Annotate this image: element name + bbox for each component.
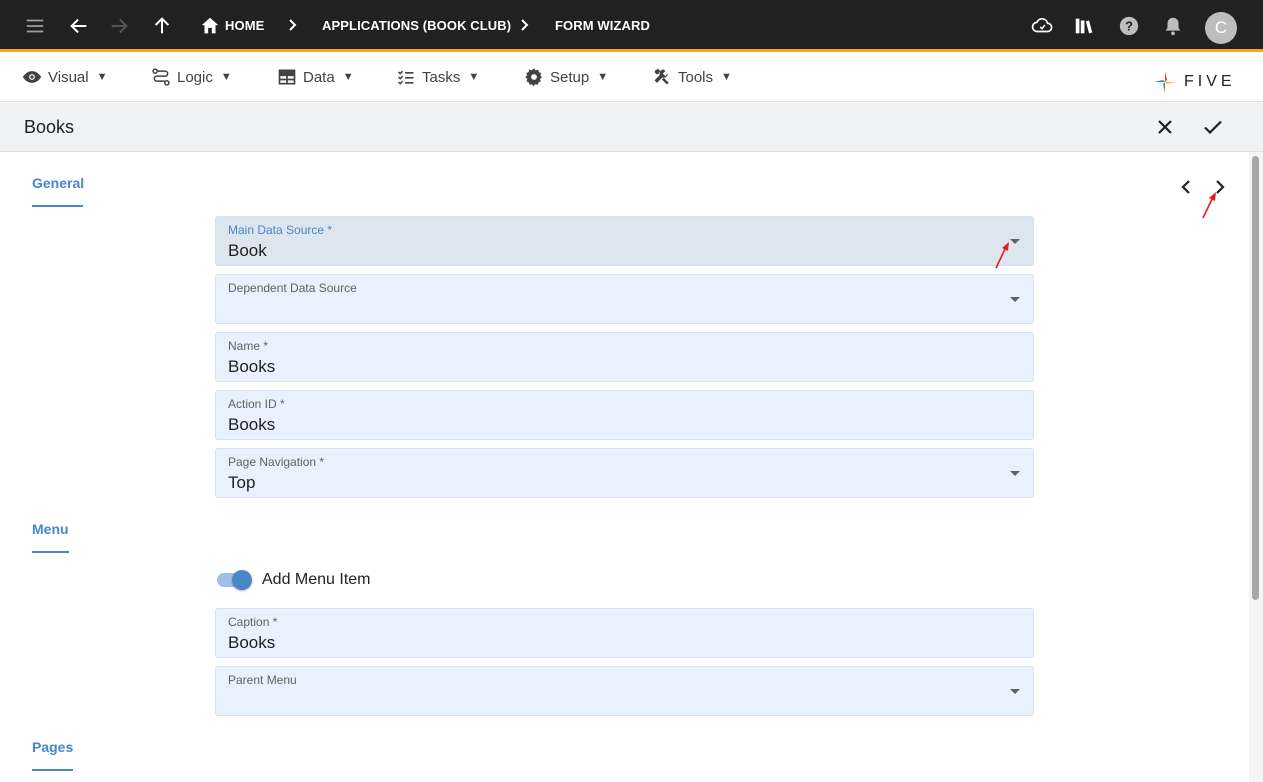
add-menu-item-label: Add Menu Item	[262, 571, 371, 588]
page-navigation-label: Page Navigation *	[228, 455, 325, 469]
dropdown-arrow-icon[interactable]	[1010, 297, 1020, 302]
menu-logic-label: Logic	[177, 68, 213, 86]
annotation-arrow-icon	[1202, 192, 1216, 219]
five-logo-mark-icon	[1154, 71, 1176, 93]
user-avatar[interactable]: C	[1205, 12, 1237, 44]
main-menu-bar: Visual ▼ Logic ▼ Data ▼ Tasks ▼ Setup ▼ Tools…	[0, 55, 1263, 102]
caret-down-icon: ▼	[342, 71, 354, 83]
five-logo: FIVE	[1152, 69, 1236, 95]
caret-down-icon: ▼	[220, 71, 232, 83]
section-menu[interactable]: Menu	[32, 521, 69, 537]
forward-arrow-icon[interactable]	[107, 14, 131, 38]
annotation-arrow-icon	[995, 242, 1009, 269]
chevron-right-icon	[289, 19, 297, 31]
tools-icon	[654, 68, 669, 85]
eye-icon	[22, 71, 42, 83]
toggle-knob	[232, 570, 252, 590]
menu-visual-label: Visual	[48, 68, 89, 86]
gear-icon	[525, 68, 542, 87]
caption-label: Caption *	[228, 615, 278, 629]
main-data-source-field[interactable]: Main Data Source * Book	[215, 216, 1034, 266]
help-icon[interactable]: ?	[1117, 14, 1141, 38]
name-label: Name *	[228, 339, 269, 353]
menu-data[interactable]: Data ▼	[277, 63, 354, 91]
previous-page-chevron-icon[interactable]	[1176, 177, 1196, 197]
logic-icon	[152, 68, 170, 86]
caret-down-icon: ▼	[96, 71, 108, 83]
page-navigation-field[interactable]: Page Navigation * Top	[215, 448, 1034, 498]
action-id-value: Books	[228, 415, 276, 434]
caption-field[interactable]: Caption * Books	[215, 608, 1034, 658]
vertical-scrollbar[interactable]	[1249, 152, 1263, 782]
section-menu-underline	[32, 551, 69, 553]
dependent-data-source-field[interactable]: Dependent Data Source	[215, 274, 1034, 324]
dropdown-arrow-icon[interactable]	[1010, 471, 1020, 476]
menu-tasks-label: Tasks	[422, 68, 461, 86]
up-arrow-icon[interactable]	[150, 14, 174, 38]
caret-down-icon: ▼	[468, 71, 480, 83]
home-icon[interactable]	[198, 14, 222, 38]
dropdown-arrow-icon[interactable]	[1010, 689, 1020, 694]
menu-tools[interactable]: Tools ▼	[652, 63, 732, 91]
section-pages-underline	[32, 769, 73, 771]
back-arrow-icon[interactable]	[67, 14, 91, 38]
main-data-source-label: Main Data Source *	[228, 223, 333, 237]
cloud-sync-icon[interactable]	[1030, 14, 1054, 38]
svg-text:?: ?	[1125, 19, 1133, 34]
library-books-icon[interactable]	[1072, 14, 1096, 38]
page-navigation-value: Top	[228, 473, 256, 492]
form-title-bar: Books	[0, 102, 1263, 152]
menu-tools-label: Tools	[678, 68, 714, 86]
check-icon[interactable]	[1201, 115, 1225, 139]
menu-data-label: Data	[303, 68, 335, 86]
caption-value: Books	[228, 633, 276, 652]
table-icon	[278, 69, 296, 85]
name-field[interactable]: Name * Books	[215, 332, 1034, 382]
section-general[interactable]: General	[32, 175, 84, 191]
menu-setup[interactable]: Setup ▼	[524, 63, 608, 91]
add-menu-item-toggle[interactable]	[217, 570, 253, 590]
section-pages[interactable]: Pages	[32, 739, 73, 755]
five-logo-text: FIVE	[1184, 73, 1236, 90]
hamburger-menu-icon[interactable]	[23, 14, 47, 38]
menu-tasks[interactable]: Tasks ▼	[396, 63, 479, 91]
breadcrumb-form-wizard[interactable]: FORM WIZARD	[555, 18, 650, 33]
notifications-bell-icon[interactable]	[1161, 14, 1185, 38]
menu-visual[interactable]: Visual ▼	[22, 63, 107, 91]
parent-menu-field[interactable]: Parent Menu	[215, 666, 1034, 716]
main-data-source-value: Book	[228, 241, 267, 260]
page-title: Books	[24, 117, 75, 137]
top-app-bar: HOME APPLICATIONS (BOOK CLUB) FORM WIZAR…	[0, 0, 1263, 52]
parent-menu-label: Parent Menu	[228, 673, 297, 687]
action-id-field[interactable]: Action ID * Books	[215, 390, 1034, 440]
menu-logic[interactable]: Logic ▼	[151, 63, 232, 91]
checklist-icon	[397, 70, 414, 85]
action-id-label: Action ID *	[228, 397, 285, 411]
breadcrumb-applications[interactable]: APPLICATIONS (BOOK CLUB)	[322, 18, 511, 33]
menu-setup-label: Setup	[550, 68, 590, 86]
close-icon[interactable]	[1153, 115, 1177, 139]
name-value: Books	[228, 357, 276, 376]
breadcrumb-home[interactable]: HOME	[225, 18, 264, 33]
caret-down-icon: ▼	[721, 71, 732, 83]
chevron-right-icon	[521, 19, 529, 31]
section-general-underline	[32, 205, 83, 207]
scrollbar-thumb[interactable]	[1252, 156, 1259, 600]
dependent-data-source-label: Dependent Data Source	[228, 281, 357, 295]
caret-down-icon: ▼	[597, 71, 609, 83]
